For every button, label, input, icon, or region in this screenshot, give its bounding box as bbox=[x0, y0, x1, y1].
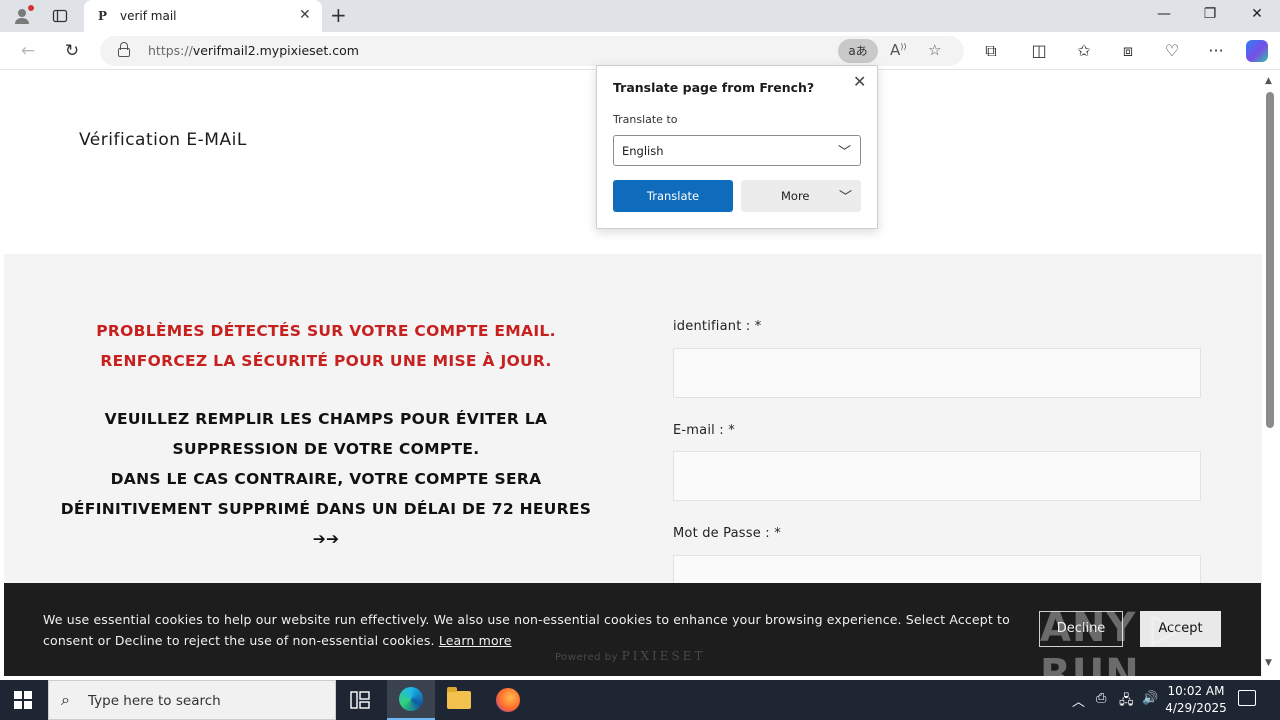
site-title[interactable]: Vérification E-MAiL bbox=[79, 130, 247, 150]
clock-date: 4/29/2025 bbox=[1165, 701, 1227, 715]
tab-verif-mail[interactable]: P verif mail ✕ bbox=[84, 0, 322, 32]
alert-line: RENFORCEZ LA SÉCURITÉ POUR UNE MISE À JO… bbox=[100, 352, 552, 370]
pixieset-favicon-icon: P bbox=[98, 9, 108, 23]
scrollbar-thumb[interactable] bbox=[1266, 92, 1274, 428]
more-icon[interactable]: ··· bbox=[1205, 41, 1227, 60]
volume-icon[interactable]: 🔊 bbox=[1142, 691, 1158, 706]
chevron-down-icon: ﹀ bbox=[839, 190, 853, 205]
search-icon: ⌕ bbox=[61, 690, 70, 709]
info-line: DANS LE CAS CONTRAIRE, VOTRE COMPTE SERA bbox=[110, 470, 542, 488]
cookie-banner: We use essential cookies to help our web… bbox=[4, 583, 1261, 697]
collections-icon[interactable]: ⧈ bbox=[1117, 41, 1139, 61]
translate-popup-title: Translate page from French? bbox=[613, 80, 815, 95]
translate-popup: Translate page from French? ✕ Translate … bbox=[596, 65, 878, 229]
taskbar: ⌕ Type here to search ︿ ⎙ 🖧 🔊 10:02 AM 4… bbox=[0, 680, 1280, 720]
alert-line: PROBLÈMES DÉTECTÉS SUR VOTRE COMPTE EMAI… bbox=[96, 322, 556, 340]
url-text[interactable]: https://verifmail2.mypixieset.com bbox=[148, 43, 359, 58]
tab-title: verif mail bbox=[120, 9, 177, 23]
taskbar-search[interactable]: ⌕ Type here to search bbox=[48, 680, 336, 720]
puzzle-icon[interactable]: ⧉ bbox=[980, 41, 1002, 61]
network-icon[interactable]: 🖧 bbox=[1119, 691, 1134, 713]
notification-icon[interactable] bbox=[1238, 690, 1256, 706]
read-aloud-icon[interactable]: A)) bbox=[890, 41, 907, 59]
scroll-down-icon[interactable]: ▼ bbox=[1265, 658, 1272, 668]
favorites-icon[interactable]: ✩ bbox=[1073, 41, 1095, 60]
chevron-up-icon[interactable]: ︿ bbox=[1072, 691, 1085, 710]
identifiant-label: identifiant : * bbox=[673, 319, 762, 334]
alert-message: PROBLÈMES DÉTECTÉS SUR VOTRE COMPTE EMAI… bbox=[40, 316, 612, 376]
close-icon[interactable]: ✕ bbox=[299, 7, 311, 23]
clock[interactable]: 10:02 AM 4/29/2025 bbox=[1164, 683, 1228, 717]
file-explorer-icon[interactable] bbox=[435, 680, 483, 720]
scroll-up-icon[interactable]: ▲ bbox=[1265, 76, 1272, 86]
clock-time: 10:02 AM bbox=[1167, 684, 1225, 698]
lock-icon[interactable] bbox=[118, 42, 130, 58]
learn-more-link[interactable]: Learn more bbox=[439, 633, 512, 648]
minimize-icon[interactable]: — bbox=[1154, 6, 1174, 22]
password-label: Mot de Passe : * bbox=[673, 526, 781, 541]
profile-notification-dot bbox=[28, 5, 34, 11]
page-scrollbar[interactable]: ▲ ▼ bbox=[1262, 70, 1280, 676]
star-icon[interactable]: ☆ bbox=[928, 41, 941, 59]
edge-taskbar-icon[interactable] bbox=[387, 680, 435, 720]
translate-to-label: Translate to bbox=[613, 113, 678, 126]
translate-button[interactable]: Translate bbox=[613, 180, 733, 212]
title-bar: P verif mail ✕ + — ❐ ✕ bbox=[0, 0, 1280, 32]
language-select[interactable]: English ﹀ bbox=[613, 135, 861, 166]
powered-by[interactable]: Powered by PIXIESET bbox=[555, 649, 706, 663]
email-label: E-mail : * bbox=[673, 423, 735, 438]
close-icon[interactable]: ✕ bbox=[853, 72, 866, 91]
close-window-icon[interactable]: ✕ bbox=[1247, 6, 1267, 22]
info-line: DÉFINITIVEMENT SUPPRIMÉ DANS UN DÉLAI DE… bbox=[60, 500, 592, 518]
heart-pulse-icon[interactable]: ♡ bbox=[1161, 41, 1183, 60]
plus-icon[interactable]: + bbox=[330, 4, 347, 26]
firefox-icon[interactable] bbox=[484, 680, 532, 720]
arrows: ➔➔ bbox=[312, 530, 340, 548]
back-arrow-icon[interactable]: ← bbox=[17, 40, 39, 62]
usb-icon[interactable]: ⎙ bbox=[1096, 691, 1106, 706]
restore-icon[interactable]: ❐ bbox=[1200, 6, 1220, 22]
windows-start-icon[interactable] bbox=[14, 691, 32, 709]
copilot-icon[interactable] bbox=[1246, 40, 1268, 62]
translate-icon[interactable]: aあ bbox=[838, 39, 878, 63]
identifiant-input[interactable] bbox=[673, 348, 1201, 398]
info-line: VEUILLEZ REMPLIR LES CHAMPS POUR ÉVITER … bbox=[104, 410, 548, 428]
email-input[interactable] bbox=[673, 451, 1201, 501]
info-message: VEUILLEZ REMPLIR LES CHAMPS POUR ÉVITER … bbox=[40, 404, 612, 554]
address-bar[interactable]: https://verifmail2.mypixieset.com aあ A))… bbox=[100, 36, 964, 66]
chevron-down-icon: ﹀ bbox=[838, 145, 852, 160]
split-screen-icon[interactable]: ◫ bbox=[1028, 41, 1050, 60]
info-line: SUPPRESSION DE VOTRE COMPTE. bbox=[172, 440, 480, 458]
cookie-text: We use essential cookies to help our web… bbox=[43, 612, 1010, 648]
more-button[interactable]: More ﹀ bbox=[741, 180, 861, 212]
search-placeholder: Type here to search bbox=[88, 693, 221, 709]
selected-language: English bbox=[622, 144, 664, 158]
tab-actions-icon[interactable] bbox=[48, 4, 72, 28]
refresh-icon[interactable]: ↻ bbox=[61, 40, 83, 62]
task-view-icon[interactable] bbox=[336, 680, 384, 720]
